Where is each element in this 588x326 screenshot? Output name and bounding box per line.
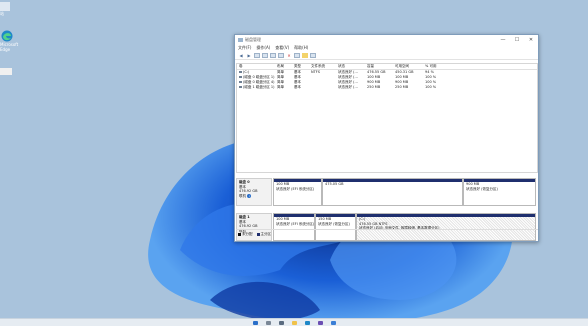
disk-management-icon (238, 37, 243, 42)
view-icon[interactable] (310, 52, 316, 58)
task-view-icon[interactable] (278, 320, 284, 325)
show-hide-tree-icon[interactable] (254, 52, 260, 58)
menu-help[interactable]: 帮助(H) (294, 45, 308, 51)
desktop-icon-edge[interactable]: Microsoft Edge (0, 30, 20, 52)
partition-efi[interactable]: 100 MB 状态良好 (EFI 系统分区) (273, 178, 322, 206)
volume-icon (239, 75, 242, 79)
disk-row-1: 磁盘 1 基本 476.92 GB 联机 100 MB 状态良好 (EFI 系统… (236, 213, 536, 243)
legend-primary: 主分区 (260, 231, 272, 236)
console-icon[interactable] (278, 52, 284, 58)
forward-arrow-icon[interactable]: ▶ (246, 53, 252, 58)
folder-open-icon[interactable] (302, 52, 308, 58)
delete-icon[interactable]: ✕ (286, 53, 292, 58)
minimize-button[interactable]: — (496, 37, 510, 43)
table-row[interactable]: (磁盘 1 磁盘分区 1) 简单 基本 状态良好 (... 250 MB 250… (237, 85, 537, 90)
desktop-icon-label: Microsoft Edge (0, 42, 19, 52)
menu-bar: 文件(F) 操作(A) 查看(V) 帮助(H) (235, 44, 538, 51)
volume-icon (239, 80, 242, 84)
desktop-icon-3[interactable] (0, 68, 20, 75)
back-arrow-icon[interactable]: ◀ (238, 53, 244, 58)
col-percent-free[interactable]: % 可用 (425, 64, 445, 69)
col-capacity[interactable]: 容量 (367, 64, 395, 69)
help-icon[interactable] (270, 52, 276, 58)
partition-status: 状态良好 (恢复分区) (318, 221, 350, 226)
close-button[interactable]: ✕ (524, 37, 538, 43)
col-layout[interactable]: 布局 (277, 64, 294, 69)
partition-recovery[interactable]: 900 MB 状态良好 (恢复分区) (463, 178, 536, 206)
search-icon[interactable] (265, 320, 271, 325)
toolbar: ◀ ▶ ✕ (235, 51, 538, 60)
legend-swatch-unallocated (238, 232, 241, 236)
app-icon (0, 68, 12, 75)
col-filesystem[interactable]: 文件系统 (311, 64, 338, 69)
partition-status: 状态良好 (恢复分区) (466, 186, 498, 191)
cell-volume: (磁盘 0 磁盘分区 1) (243, 75, 275, 79)
edge-taskbar-icon[interactable] (304, 320, 310, 325)
volume-icon (239, 85, 242, 89)
start-icon[interactable] (252, 320, 258, 325)
maximize-button[interactable]: ☐ (510, 37, 524, 43)
info-icon[interactable]: i (247, 193, 252, 198)
disk-layout-area: 磁盘 0 基本 476.92 GB 联机 i 100 MB 状态良好 (EFI … (236, 175, 536, 241)
col-volume[interactable]: 卷 (237, 64, 277, 69)
cell-capacity: 250 MB (367, 85, 381, 89)
cell-type: 基本 (294, 85, 301, 89)
partition-status: 状态良好 (EFI 系统分区) (276, 186, 315, 191)
disk-info[interactable]: 磁盘 0 基本 476.92 GB 联机 i (236, 178, 272, 206)
properties-icon[interactable] (262, 52, 268, 58)
check-icon[interactable] (294, 52, 300, 58)
menu-action[interactable]: 操作(A) (256, 45, 270, 51)
window-title: 磁盘管理 (245, 36, 261, 42)
disk-status: 联机 (239, 193, 246, 198)
cell-layout: 简单 (277, 85, 284, 89)
col-type[interactable]: 类型 (294, 64, 311, 69)
volume-list: 卷 布局 类型 文件系统 状态 容量 可用空间 % 可用 (C:) 简单 基本 … (236, 63, 538, 173)
partition-main[interactable]: 475.05 GB (322, 178, 463, 206)
cell-volume: (磁盘 0 磁盘分区 4) (243, 80, 275, 84)
edge-icon (1, 30, 13, 42)
cell-status: 状态良好 (... (338, 85, 358, 89)
store-icon[interactable] (317, 320, 323, 325)
disk-management-window: 磁盘管理 — ☐ ✕ 文件(F) 操作(A) 查看(V) 帮助(H) ◀ ▶ ✕… (234, 34, 539, 242)
desktop-icon-1[interactable]: 站 (0, 2, 20, 16)
menu-view[interactable]: 查看(V) (275, 45, 289, 51)
desktop-icon-label: 站 (0, 11, 4, 16)
cell-free-space: 250 MB (395, 85, 409, 89)
file-explorer-icon[interactable] (291, 320, 297, 325)
legend: 未分配 主分区 (236, 229, 538, 238)
folder-icon (0, 2, 10, 11)
title-bar[interactable]: 磁盘管理 — ☐ ✕ (235, 35, 538, 44)
menu-file[interactable]: 文件(F) (238, 45, 251, 51)
cell-filesystem (311, 85, 338, 90)
disk-row-0: 磁盘 0 基本 476.92 GB 联机 i 100 MB 状态良好 (EFI … (236, 178, 536, 208)
col-free-space[interactable]: 可用空间 (395, 64, 425, 69)
col-status[interactable]: 状态 (338, 64, 367, 69)
partition-status: 状态良好 (EFI 系统分区) (276, 221, 314, 226)
legend-swatch-primary (256, 232, 260, 236)
cell-percent-free: 100 % (425, 85, 437, 89)
cell-volume: (C:) (243, 70, 250, 74)
legend-unallocated: 未分配 (242, 231, 253, 236)
partition-size: 475.05 GB (325, 182, 344, 186)
cell-volume: (磁盘 1 磁盘分区 1) (243, 85, 275, 89)
disk-management-taskbar-icon[interactable] (330, 320, 336, 325)
volume-icon (239, 70, 242, 74)
